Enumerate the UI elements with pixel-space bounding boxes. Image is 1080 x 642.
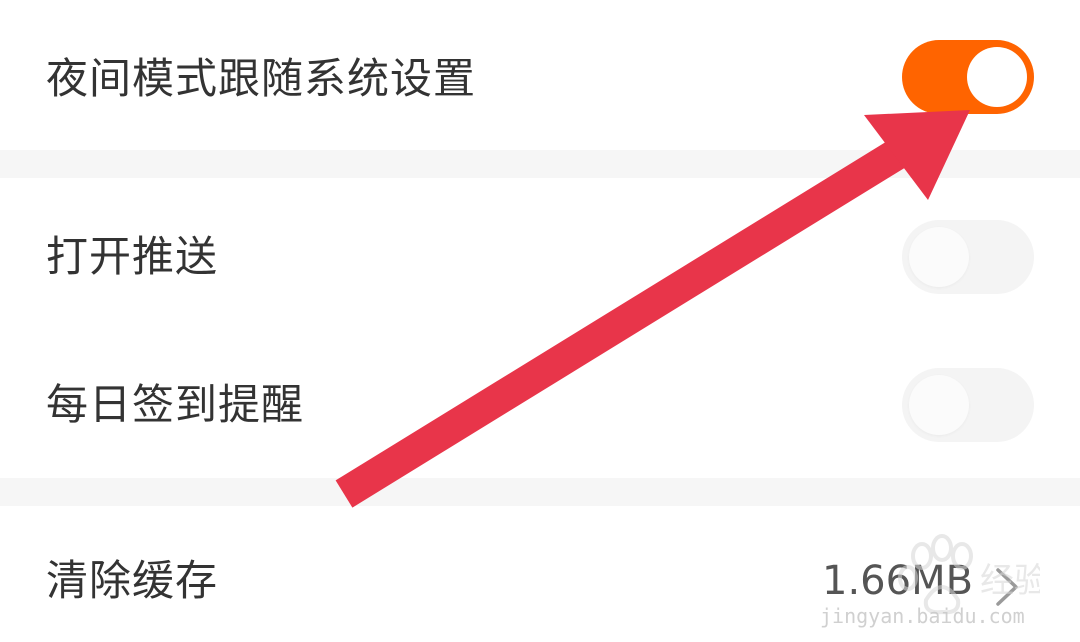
push-label: 打开推送: [46, 232, 219, 281]
night-mode-label: 夜间模式跟随系统设置: [46, 54, 477, 103]
settings-row-checkin-reminder[interactable]: 每日签到提醒: [0, 328, 1080, 478]
watermark-text: jingyan.baidu.com: [820, 604, 1025, 628]
settings-row-push[interactable]: 打开推送: [0, 178, 1080, 328]
toggle-knob: [909, 227, 969, 287]
section-divider: [0, 478, 1080, 506]
svg-text:经验: 经验: [980, 561, 1040, 601]
checkin-reminder-toggle[interactable]: [902, 368, 1034, 442]
push-toggle[interactable]: [902, 220, 1034, 294]
settings-screen: 夜间模式跟随系统设置 打开推送 每日签到提醒 清除缓存 1.66MB 经验 ji…: [0, 0, 1080, 642]
clear-cache-label: 清除缓存: [46, 556, 219, 605]
settings-row-night-mode[interactable]: 夜间模式跟随系统设置: [0, 0, 1080, 150]
checkin-reminder-label: 每日签到提醒: [46, 380, 305, 429]
toggle-knob: [909, 375, 969, 435]
toggle-knob: [967, 47, 1027, 107]
night-mode-toggle[interactable]: [902, 40, 1034, 114]
section-divider: [0, 150, 1080, 178]
